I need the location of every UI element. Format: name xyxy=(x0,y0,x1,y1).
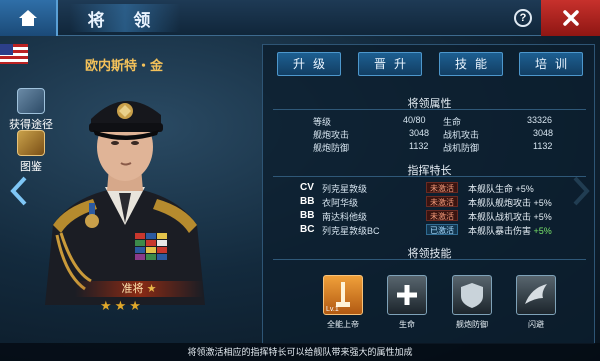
close-button[interactable] xyxy=(541,0,600,36)
ship-type: BC xyxy=(300,224,315,235)
rank-label: 准将 xyxy=(121,283,144,295)
shield-icon xyxy=(461,283,483,308)
stat-label: 舰炮防御 xyxy=(313,143,350,153)
commander-rank: 准将 ★ xyxy=(75,281,203,297)
skill-slot[interactable]: 生命 xyxy=(387,275,427,330)
status-badge: 未激活 xyxy=(426,196,458,207)
effect-bonus: +5% xyxy=(515,184,534,194)
commander-stars: ★★★ xyxy=(100,298,144,313)
skill-slot[interactable]: 舰炮防御 xyxy=(452,275,492,330)
prev-commander-arrow[interactable] xyxy=(10,176,28,214)
status-badge: 已激活 xyxy=(426,224,458,235)
effect-bonus: +5% xyxy=(533,226,552,236)
effect-text: 本舰队舰炮攻击 xyxy=(468,198,532,208)
footer-hint: 将领激活相应的指挥特长可以给舰队带来强大的属性加成 xyxy=(0,343,600,361)
stat-label: 舰炮攻击 xyxy=(313,130,350,140)
skill-name: 闪避 xyxy=(528,320,544,329)
top-bar: 将 领 ? xyxy=(0,0,600,36)
ship-type: BB xyxy=(300,196,315,207)
skill-slot[interactable]: Lv.1 全能上帝 xyxy=(323,275,363,330)
effect-text: 本舰队生命 xyxy=(468,184,514,194)
skill-name: 生命 xyxy=(399,320,415,329)
specialty-row: BB 衣阿华级 未激活 本舰队舰炮攻击 +5% xyxy=(300,196,590,209)
stat-label: 战机攻击 xyxy=(443,130,480,140)
home-button[interactable] xyxy=(0,0,58,36)
stat-label: 等级 xyxy=(313,117,332,127)
specialty-effect: 本舰队战机攻击 +5% xyxy=(468,210,552,223)
effect-text: 本舰队战机攻击 xyxy=(468,212,532,222)
stat-value: 1132 xyxy=(409,141,429,151)
specialty-row: BC 列克星敦级BC 已激活 本舰队暴击伤害 +5% xyxy=(300,224,590,237)
evade-icon xyxy=(516,275,556,315)
page-title: 将 领 xyxy=(70,4,180,32)
wing-icon xyxy=(525,284,547,304)
specialty-row: CV 列克星敦级 未激活 本舰队生命 +5% xyxy=(300,182,590,195)
status-badge: 未激活 xyxy=(426,182,458,193)
action-tabs: 升级 晋升 技能 培训 xyxy=(277,52,583,76)
stat-value: 3048 xyxy=(533,128,554,138)
specialty-effect: 本舰队暴击伤害 +5% xyxy=(468,224,552,237)
stat-label: 战机防御 xyxy=(443,143,480,153)
help-button[interactable]: ? xyxy=(514,9,532,27)
stat-value: 1132 xyxy=(533,141,553,151)
skill-slot[interactable]: 闪避 xyxy=(516,275,556,330)
us-flag-icon xyxy=(0,44,28,64)
ship-class: 列克星敦级BC xyxy=(322,226,380,236)
stat-value: 3048 xyxy=(409,128,430,138)
specialty-effect: 本舰队舰炮攻击 +5% xyxy=(468,196,552,209)
tab-training[interactable]: 培训 xyxy=(519,52,583,76)
specialty-effect: 本舰队生命 +5% xyxy=(468,182,534,195)
divider xyxy=(273,176,586,177)
divider xyxy=(273,259,586,260)
specialty-row: BB 南达科他级 未激活 本舰队战机攻击 +5% xyxy=(300,210,590,223)
tab-upgrade[interactable]: 升级 xyxy=(277,52,341,76)
stat-row: 等级 40/80 生命 33326 xyxy=(313,115,583,127)
tab-promote[interactable]: 晋升 xyxy=(358,52,422,76)
commander-name: 欧内斯特・金 xyxy=(85,58,164,73)
ship-type: BB xyxy=(300,210,315,221)
commander-portrait xyxy=(45,100,205,305)
ship-class: 列克星敦级 xyxy=(322,184,368,194)
fleet-icon: Lv.1 xyxy=(323,275,363,315)
gun-defense-icon xyxy=(452,275,492,315)
effect-bonus: +5% xyxy=(533,198,552,208)
hp-icon xyxy=(387,275,427,315)
ship-type: CV xyxy=(300,182,314,193)
effect-bonus: +5% xyxy=(533,212,552,222)
status-badge: 未激活 xyxy=(426,210,458,221)
skill-name: 全能上帝 xyxy=(327,320,359,329)
tab-skills[interactable]: 技能 xyxy=(439,52,503,76)
divider xyxy=(273,109,586,110)
close-icon xyxy=(562,10,579,26)
stat-value: 33326 xyxy=(527,115,553,125)
stat-label: 生命 xyxy=(443,117,462,127)
stat-row: 舰炮防御 1132 战机防御 1132 xyxy=(313,141,583,153)
effect-text: 本舰队暴击伤害 xyxy=(468,226,532,236)
skill-name: 舰炮防御 xyxy=(456,320,488,329)
skill-level: Lv.1 xyxy=(326,306,339,313)
commander-info-panel: 升级 晋升 技能 培训 将领属性 等级 40/80 生命 33326 舰炮攻击 … xyxy=(262,44,595,344)
stat-row: 舰炮攻击 3048 战机攻击 3048 xyxy=(313,128,583,140)
chevron-left-icon xyxy=(10,176,27,206)
ship-class: 南达科他级 xyxy=(322,212,368,222)
stat-value: 40/80 xyxy=(403,115,426,125)
plus-icon xyxy=(397,285,417,305)
home-icon xyxy=(19,10,37,26)
ship-class: 衣阿华级 xyxy=(322,198,359,208)
